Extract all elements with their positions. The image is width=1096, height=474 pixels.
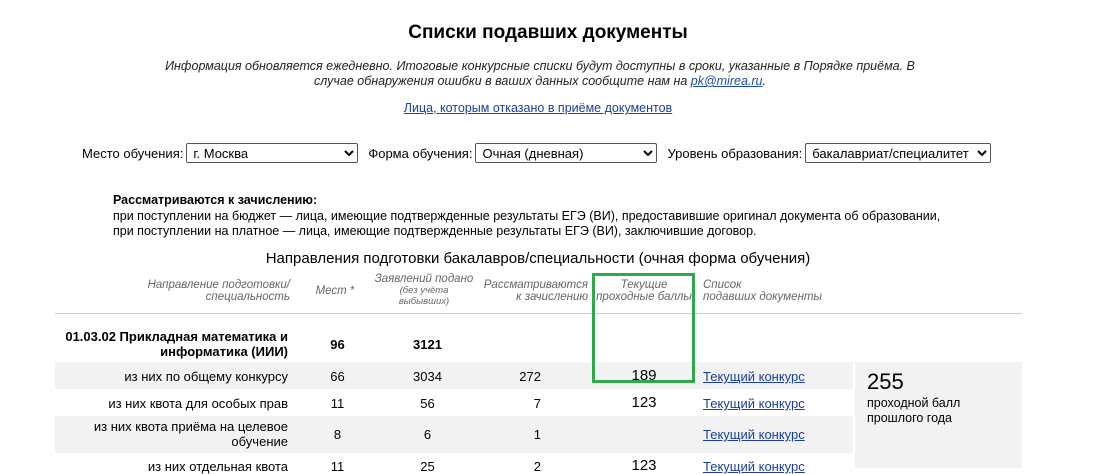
info-line-1: Информация обновляется ежедневно. Итогов… xyxy=(165,59,915,73)
current-competition-link[interactable]: Текущий конкурс xyxy=(703,396,805,411)
form-select[interactable]: Очная (дневная) xyxy=(475,143,658,163)
previous-year-box: 255 проходной балл прошлого года xyxy=(855,362,1022,468)
current-competition-link[interactable]: Текущий конкурс xyxy=(703,427,805,442)
info-text: Информация обновляется ежедневно. Итогов… xyxy=(140,59,940,89)
passing-score-highlight xyxy=(592,273,695,383)
header-applications: Заявлений подано (без учёта выбывших) xyxy=(368,273,480,307)
current-competition-link[interactable]: Текущий конкурс xyxy=(703,369,805,384)
row-applications: 25 xyxy=(420,459,435,474)
header-applications-line3: выбывших) xyxy=(398,296,450,307)
row-considered: 1 xyxy=(533,427,541,442)
info-line-2-end: . xyxy=(762,74,766,88)
row-considered: 272 xyxy=(519,369,541,384)
row-name: из них по общему конкурсу xyxy=(124,369,288,384)
row-name: из них квота для особых прав xyxy=(108,396,288,411)
rejected-applicants-link[interactable]: Лица, которым отказано в приёме документ… xyxy=(404,101,672,115)
row-places: 11 xyxy=(330,459,345,474)
current-competition-link[interactable]: Текущий конкурс xyxy=(703,459,805,474)
header-list-line1: Список xyxy=(703,279,742,291)
row-passing: 123 xyxy=(631,457,657,474)
criteria-paid: при поступлении на платное — лица, имеющ… xyxy=(113,224,757,238)
previous-year-label-line2: прошлого года xyxy=(867,411,953,425)
row-places: 11 xyxy=(330,396,345,411)
info-line-2: случае обнаружения ошибки в ваших данных… xyxy=(140,74,940,89)
email-link[interactable]: pk@mirea.ru xyxy=(691,74,763,88)
row-applications: 6 xyxy=(423,427,432,442)
table-title: Направления подготовки бакалавров/специа… xyxy=(265,250,811,267)
level-label: Уровень образования: xyxy=(667,145,803,161)
header-applications-line1: Заявлений подано xyxy=(374,273,474,285)
program-name-line1: 01.03.02 Прикладная математика и xyxy=(65,329,288,344)
program-applications: 3121 xyxy=(413,337,442,352)
level-select[interactable]: бакалавриат/специалитет xyxy=(805,143,992,163)
row-considered: 2 xyxy=(533,459,541,474)
form-label: Форма обучения: xyxy=(368,145,473,161)
filters-bar: Место обучения: г. Москва Форма обучения… xyxy=(82,143,1001,163)
row-name-line2: обучение xyxy=(231,434,288,449)
header-direction: Направление подготовки/ специальность xyxy=(120,279,290,303)
criteria-budget: при поступлении на бюджет — лица, имеющи… xyxy=(113,208,941,223)
header-list: Список подавших документы xyxy=(703,279,843,303)
row-considered: 7 xyxy=(533,396,541,411)
header-direction-line1: Направление подготовки/ xyxy=(147,279,290,291)
header-considered-line2: к зачислению xyxy=(516,291,588,303)
previous-year-label-line1: проходной балл xyxy=(867,396,961,410)
header-considered: Рассматриваются к зачислению xyxy=(470,279,588,303)
header-applications-line2: (без учёта xyxy=(399,285,449,296)
row-passing: 123 xyxy=(631,394,657,411)
rejected-section: Лица, которым отказано в приёме документ… xyxy=(0,101,1076,115)
row-places: 8 xyxy=(333,427,342,442)
program-name: 01.03.02 Прикладная математика и информа… xyxy=(55,329,288,359)
previous-year-score: 255 xyxy=(867,369,904,394)
admission-criteria: Рассматриваются к зачислению: при поступ… xyxy=(113,193,940,240)
row-applications: 56 xyxy=(420,396,435,411)
row-name-line1: из них квота приёма на целевое xyxy=(93,419,288,434)
program-places: 96 xyxy=(330,337,345,352)
place-label: Место обучения: xyxy=(82,145,184,161)
place-select[interactable]: г. Москва xyxy=(186,143,359,163)
header-considered-line1: Рассматриваются xyxy=(483,279,588,291)
criteria-heading: Рассматриваются к зачислению: xyxy=(113,193,318,207)
header-list-line2: подавших документы xyxy=(703,291,822,303)
header-direction-line2: специальность xyxy=(205,291,290,303)
row-name: из них квота приёма на целевое обучение xyxy=(60,419,288,449)
program-name-line2: информатика (ИИИ) xyxy=(160,344,288,359)
previous-year-label: проходной балл прошлого года xyxy=(867,396,960,426)
row-name: из них отдельная квота xyxy=(147,459,288,474)
header-places: Мест * xyxy=(315,285,355,297)
row-places: 66 xyxy=(330,369,345,384)
header-divider xyxy=(55,313,1022,314)
row-applications: 3034 xyxy=(413,369,442,384)
page-title: Списки подавших документы xyxy=(408,22,688,43)
info-line-2-text: случае обнаружения ошибки в ваших данных… xyxy=(314,74,691,88)
